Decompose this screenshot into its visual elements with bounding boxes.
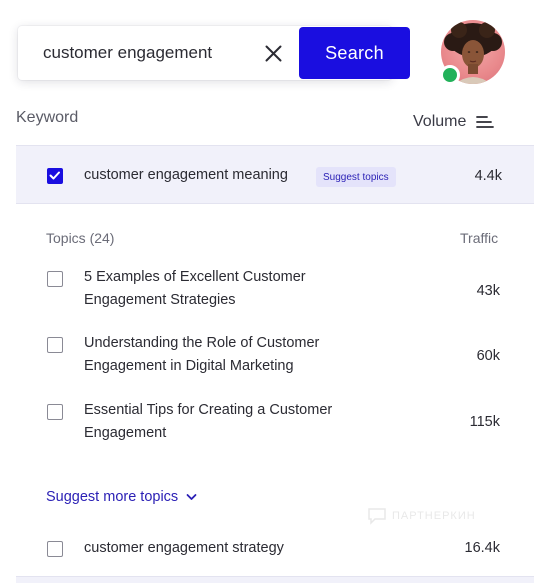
topics-header: Topics (24) (46, 230, 115, 246)
watermark: ПАРТНЕРКИН (367, 507, 476, 525)
chevron-down-icon (186, 494, 197, 500)
keyword-text: customer engagement strategy (84, 540, 284, 556)
volume-column-header[interactable]: Volume (413, 113, 466, 131)
topic-checkbox[interactable] (47, 271, 63, 287)
suggest-more-topics-link[interactable]: Suggest more topics (46, 489, 197, 505)
keyword-text: customer engagement meaning (84, 167, 288, 183)
topic-traffic: 60k (476, 348, 500, 364)
close-icon (265, 45, 281, 61)
suggest-more-label: Suggest more topics (46, 489, 179, 505)
watermark-text: ПАРТНЕРКИН (392, 510, 476, 522)
search-button[interactable]: Search (299, 27, 410, 79)
sort-icon[interactable] (476, 114, 494, 130)
keyword-checkbox[interactable] (47, 168, 63, 184)
online-status-indicator (440, 65, 460, 85)
topic-traffic: 115k (469, 414, 500, 430)
search-input[interactable] (18, 26, 280, 80)
topic-title: Essential Tips for Creating a Customer En… (84, 402, 333, 441)
topic-checkbox[interactable] (47, 337, 63, 353)
keyword-volume: 16.4k (464, 540, 500, 556)
search-box: Search (18, 26, 410, 80)
topic-checkbox[interactable] (47, 404, 63, 420)
keyword-volume: 4.4k (474, 168, 502, 184)
next-row-strip (16, 576, 534, 583)
topic-title: Understanding the Role of Customer Engage… (84, 335, 320, 374)
keyword-checkbox[interactable] (47, 541, 63, 557)
clear-search-button[interactable] (256, 39, 290, 67)
keyword-column-header: Keyword (16, 109, 79, 126)
topic-title: 5 Examples of Excellent Customer Engageme… (84, 269, 306, 308)
topic-traffic: 43k (476, 283, 500, 299)
chat-bubble-icon (368, 508, 386, 525)
traffic-header: Traffic (460, 230, 499, 246)
suggest-topics-badge[interactable]: Suggest topics (316, 167, 396, 187)
check-icon (49, 171, 60, 180)
